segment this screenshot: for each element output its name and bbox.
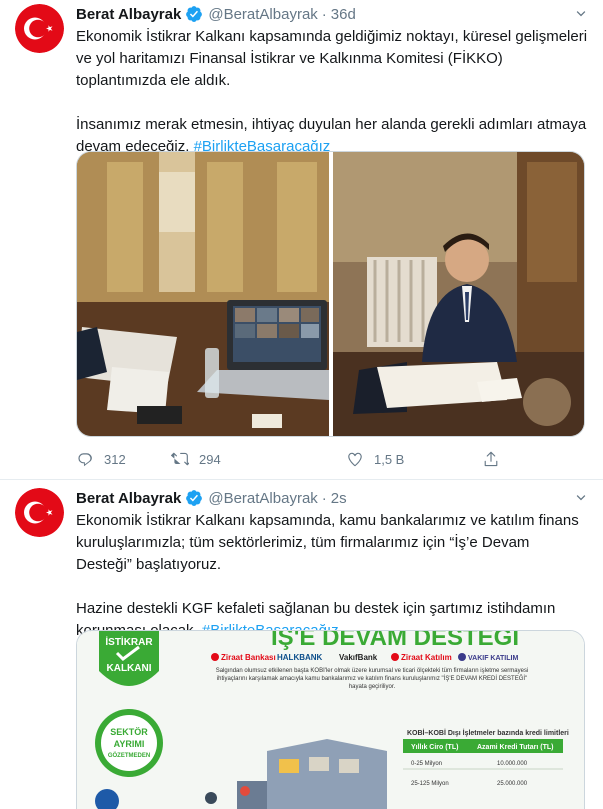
bank-logo-1: HALKBANK <box>277 653 323 662</box>
infographic-title: İŞ'E DEVAM DESTEĞİ <box>271 631 519 651</box>
timestamp[interactable]: 36d <box>331 6 356 23</box>
verified-badge-icon <box>186 6 203 22</box>
handle[interactable]: @BeratAlbayrak <box>208 6 317 23</box>
intro-text: Salgından olumsuz etkilenen başta KOBİ'l… <box>215 668 529 690</box>
tweet-body: Ekonomik İstikrar Kalkanı kapsamında, ka… <box>76 512 579 639</box>
sektor-ayrimi-seal: SEKTÖR AYRIMI GÖZETMEDEN <box>95 709 163 777</box>
handle[interactable]: @BeratAlbayrak <box>208 490 317 507</box>
display-name[interactable]: Berat Albayrak <box>76 490 181 507</box>
tweet-header: Berat Albayrak @BeratAlbayrak · 2s <box>76 488 347 508</box>
table-cell-0-1: 10.000.000 <box>497 761 528 767</box>
bank-logo-2: VakıfBank <box>339 653 378 662</box>
bank-logo-4: VAKIF KATILIM <box>468 655 518 662</box>
bank-logos: Ziraat Bankası HALKBANK VakıfBank Ziraat… <box>211 653 518 662</box>
tweet-2[interactable]: Berat Albayrak @BeratAlbayrak · 2s Ekono… <box>0 480 603 809</box>
seal-line-1: SEKTÖR <box>110 727 148 737</box>
like-action[interactable]: 1,5 B <box>346 448 404 470</box>
seal-line-2: AYRIMI <box>114 739 145 749</box>
turkish-flag-icon <box>15 4 64 53</box>
photo-right[interactable] <box>333 152 585 437</box>
table-cell-0-0: 0-25 Milyon <box>411 761 442 767</box>
table-header-1: Azami Kredi Tutarı (TL) <box>477 744 553 751</box>
retweet-icon <box>171 452 189 466</box>
photo-grid[interactable] <box>76 151 585 437</box>
heart-icon <box>348 452 362 467</box>
timestamp[interactable]: 2s <box>331 490 347 507</box>
tweet-body: Ekonomik İstikrar Kalkanı kapsamında gel… <box>76 28 588 155</box>
table-title: KOBİ–KOBİ Dışı İşletmeler bazında kredi … <box>407 729 569 737</box>
tweet-actions: 312 294 1,5 B <box>76 448 516 470</box>
share-icon <box>484 451 498 467</box>
infographic-image[interactable]: İŞ'E DEVAM DESTEĞİ İSTİKRAR KALKANI Zira… <box>76 630 585 809</box>
chevron-down-icon[interactable] <box>573 6 589 22</box>
avatar[interactable] <box>15 488 64 537</box>
share-action[interactable] <box>482 448 510 470</box>
infographic: İŞ'E DEVAM DESTEĞİ İSTİKRAR KALKANI Zira… <box>77 631 584 809</box>
retweet-action[interactable]: 294 <box>171 448 221 470</box>
reply-icon <box>78 453 92 467</box>
like-count: 1,5 B <box>374 451 405 467</box>
seal-line-3: GÖZETMEDEN <box>108 752 150 759</box>
table-cell-1-0: 25-125 Milyon <box>411 781 449 787</box>
photo-left[interactable] <box>77 152 329 437</box>
tweet-text: Ekonomik İstikrar Kalkanı kapsamında, ka… <box>76 510 588 642</box>
bank-logo-3: Ziraat Katılım <box>401 653 452 662</box>
reply-count: 312 <box>104 451 126 467</box>
intro-text-box: Salgından olumsuz etkilenen başta KOBİ'l… <box>215 668 529 690</box>
turkish-flag-icon <box>15 488 64 537</box>
tweet-1[interactable]: Berat Albayrak @BeratAlbayrak · 36d Ekon… <box>0 0 603 480</box>
separator: · <box>321 489 327 507</box>
badge-bottom: KALKANI <box>107 663 152 674</box>
display-name[interactable]: Berat Albayrak <box>76 6 181 23</box>
avatar[interactable] <box>15 4 64 53</box>
table-cell-1-1: 25.000.000 <box>497 781 528 787</box>
retweet-count: 294 <box>199 451 221 467</box>
istikrar-kalkani-badge: İSTİKRAR KALKANI <box>99 631 159 686</box>
chevron-down-icon[interactable] <box>573 490 589 506</box>
tweet-header: Berat Albayrak @BeratAlbayrak · 36d <box>76 4 356 24</box>
separator: · <box>321 5 327 23</box>
bank-logo-0: Ziraat Bankası <box>221 653 276 662</box>
reply-action[interactable]: 312 <box>76 448 126 470</box>
verified-badge-icon <box>186 490 203 506</box>
tweet-text: Ekonomik İstikrar Kalkanı kapsamında gel… <box>76 26 588 158</box>
meeting-photos <box>77 152 585 437</box>
badge-top: İSTİKRAR <box>105 635 153 648</box>
table-header-0: Yıllık Ciro (TL) <box>411 744 458 751</box>
